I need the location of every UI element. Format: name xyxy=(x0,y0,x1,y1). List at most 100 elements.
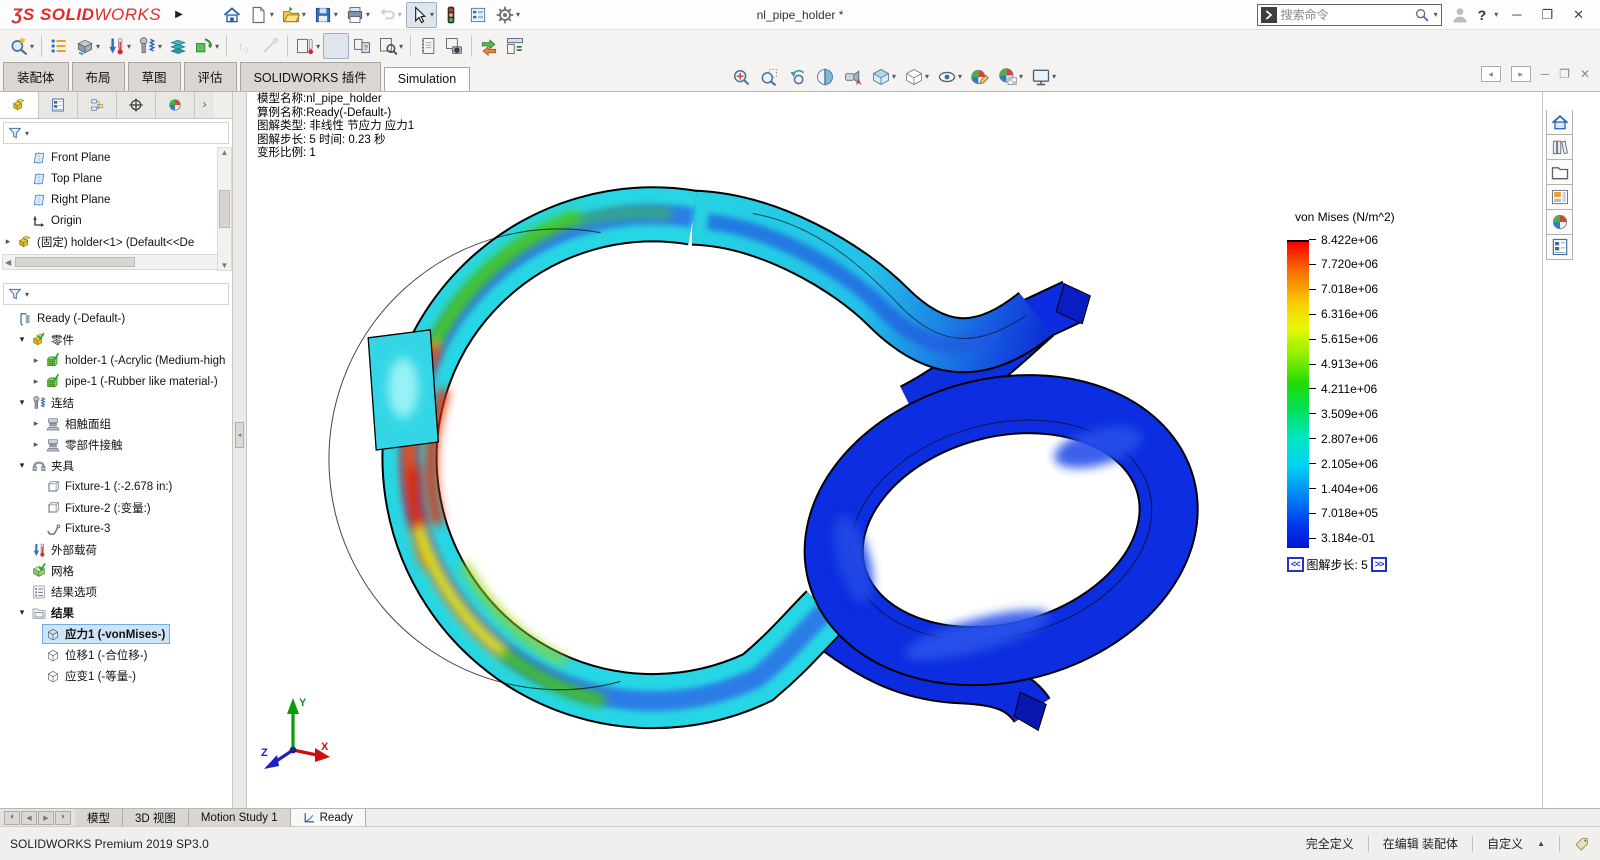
apply-material-button[interactable]: ▾ xyxy=(72,33,103,59)
displaymanager-tab[interactable] xyxy=(156,92,195,118)
new-document-button[interactable]: ▾ xyxy=(246,2,277,28)
shells-button[interactable] xyxy=(165,33,191,59)
include-image-button[interactable] xyxy=(441,33,467,59)
pipe-loop[interactable] xyxy=(805,368,1197,692)
3d-views-tab[interactable]: 3D 视图 xyxy=(123,809,189,826)
tree-item-front-plane[interactable]: Front Plane xyxy=(0,147,217,168)
search-go-icon[interactable] xyxy=(1261,7,1277,23)
close-button[interactable]: ✕ xyxy=(1567,7,1590,23)
search-input[interactable]: 搜索命令 xyxy=(1281,6,1410,23)
tree-item-holder[interactable]: ▸ (固定) holder<1> (Default<<De xyxy=(0,231,217,252)
compare-results-button[interactable] xyxy=(349,33,375,59)
next-tab-button[interactable]: ▶ xyxy=(38,811,54,825)
collapse-pane-left-button[interactable]: ◂ xyxy=(1481,66,1501,82)
view-orientation-button[interactable]: ▾ xyxy=(868,64,899,89)
undo-button[interactable]: ▾ xyxy=(374,2,405,28)
options-button[interactable]: ▾ xyxy=(492,2,523,28)
user-account-icon[interactable] xyxy=(1450,5,1470,25)
taskpane-appearances-tab[interactable] xyxy=(1546,210,1573,235)
ribbon-tab[interactable]: 评估 xyxy=(184,62,237,91)
previous-view-button[interactable] xyxy=(784,64,810,89)
sim-component-contact[interactable]: ▸ 零部件接触 xyxy=(0,434,230,455)
featuremanager-tab[interactable] xyxy=(0,92,39,118)
taskpane-view-palette-tab[interactable] xyxy=(1546,185,1573,210)
manage-cases-button[interactable] xyxy=(476,33,502,59)
expand-arrow[interactable]: ▾ xyxy=(16,460,28,471)
apply-scene-button[interactable]: ▾ xyxy=(995,64,1026,89)
previous-tab-button[interactable]: ◀ xyxy=(21,811,37,825)
manage-results-button[interactable] xyxy=(502,33,528,59)
open-button[interactable]: ▾ xyxy=(278,2,309,28)
tree-item-top-plane[interactable]: Top Plane xyxy=(0,168,217,189)
taskpane-home-tab[interactable] xyxy=(1546,110,1573,135)
expand-arrow[interactable]: ▾ xyxy=(16,607,28,618)
configurationmanager-tab[interactable] xyxy=(78,92,117,118)
tree-item-right-plane[interactable]: Right Plane xyxy=(0,189,217,210)
expand-arrow[interactable]: ▸ xyxy=(30,418,42,429)
simulation-tree-filter[interactable]: ▾ xyxy=(3,283,229,305)
sim-mesh[interactable]: 网格 xyxy=(0,560,230,581)
ribbon-tab[interactable]: Simulation xyxy=(384,67,470,91)
plot-tools-button[interactable]: ▾ xyxy=(375,33,406,59)
filter-caret[interactable]: ▾ xyxy=(25,129,29,138)
run-study-button[interactable]: ▾ xyxy=(191,33,222,59)
previous-step-button[interactable]: << xyxy=(1287,557,1304,572)
taskpane-custom-properties-tab[interactable] xyxy=(1546,235,1573,260)
help-button[interactable]: ? xyxy=(1478,7,1487,23)
taskpane-file-explorer-tab[interactable] xyxy=(1546,160,1573,185)
zoom-area-button[interactable] xyxy=(756,64,782,89)
sim-results-folder[interactable]: ▾ 结果 xyxy=(0,602,230,623)
ready-study-tab[interactable]: Ready xyxy=(291,809,366,826)
sim-external-loads[interactable]: 外部载荷 xyxy=(0,539,230,560)
filter-caret[interactable]: ▾ xyxy=(25,290,29,299)
propertymanager-tab[interactable] xyxy=(39,92,78,118)
select-tool-button[interactable]: ▾ xyxy=(406,2,437,28)
taskpane-design-library-tab[interactable] xyxy=(1546,135,1573,160)
display-style-button[interactable]: ▾ xyxy=(901,64,932,89)
ribbon-tab[interactable]: 布局 xyxy=(72,62,125,91)
graphics-viewport[interactable]: 模型名称:nl_pipe_holder 算例名称:Ready(-Default-… xyxy=(247,92,1542,808)
interference-button[interactable] xyxy=(438,2,464,28)
help-caret[interactable]: ▾ xyxy=(1494,10,1498,19)
sim-displacement-plot[interactable]: 位移1 (-合位移-) xyxy=(0,644,230,665)
custom-caret-icon[interactable]: ▲ xyxy=(1537,839,1545,848)
sim-strain-plot[interactable]: 应变1 (-等量-) xyxy=(0,665,230,686)
section-view-button[interactable] xyxy=(812,64,838,89)
sim-part-holder[interactable]: ▸ holder-1 (-Acrylic (Medium-high xyxy=(0,350,230,371)
expand-arrow[interactable]: ▸ xyxy=(30,355,42,366)
sim-fixture-1[interactable]: Fixture-1 (:-2.678 in:) xyxy=(0,476,230,497)
doc-minimize-button[interactable]: ─ xyxy=(1541,67,1550,81)
tag-icon[interactable] xyxy=(1574,836,1590,852)
doc-restore-button[interactable]: ❐ xyxy=(1559,67,1570,81)
sim-fixture-2[interactable]: Fixture-2 (:变量:) xyxy=(0,497,230,518)
feature-tree-vertical-scrollbar[interactable]: ▲▼ xyxy=(217,147,232,271)
dynamic-annotation-button[interactable] xyxy=(840,64,866,89)
first-tab-button[interactable]: ⏴ xyxy=(4,811,20,825)
panel-splitter[interactable]: ◂ xyxy=(233,92,247,808)
sim-fixture-3[interactable]: Fixture-3 xyxy=(0,518,230,539)
ribbon-tab[interactable]: SOLIDWORKS 插件 xyxy=(240,62,381,91)
search-options-caret[interactable]: ▾ xyxy=(1434,10,1438,19)
home-button[interactable] xyxy=(219,2,245,28)
expand-arrow[interactable]: ▸ xyxy=(30,376,42,387)
next-step-button[interactable]: >> xyxy=(1371,557,1388,572)
holder-top-band[interactable] xyxy=(693,218,1037,346)
doc-close-button[interactable]: ✕ xyxy=(1580,67,1590,81)
sim-study-ready[interactable]: Ready (-Default-) xyxy=(0,308,230,329)
expand-arrow[interactable]: ▸ xyxy=(30,439,42,450)
sim-fixtures-folder[interactable]: ▾ 夹具 xyxy=(0,455,230,476)
menu-expand-arrow-icon[interactable]: ▶ xyxy=(169,9,189,20)
tree-item-origin[interactable]: Origin xyxy=(0,210,217,231)
loads-advisor-button[interactable]: ▾ xyxy=(103,33,134,59)
search-icon[interactable] xyxy=(1414,7,1430,23)
probe-button[interactable] xyxy=(257,33,283,59)
model-tab[interactable]: 模型 xyxy=(75,809,123,826)
feature-tree-filter[interactable]: ▾ xyxy=(3,122,229,144)
ribbon-tab[interactable]: 草图 xyxy=(128,62,181,91)
collapse-pane-right-button[interactable]: ▸ xyxy=(1511,66,1531,82)
dimxpertmanager-tab[interactable] xyxy=(117,92,156,118)
edit-appearance-button[interactable] xyxy=(967,64,993,89)
print-button[interactable]: ▾ xyxy=(342,2,373,28)
plot-results-button[interactable] xyxy=(323,33,349,59)
minimize-button[interactable]: ─ xyxy=(1506,7,1527,22)
